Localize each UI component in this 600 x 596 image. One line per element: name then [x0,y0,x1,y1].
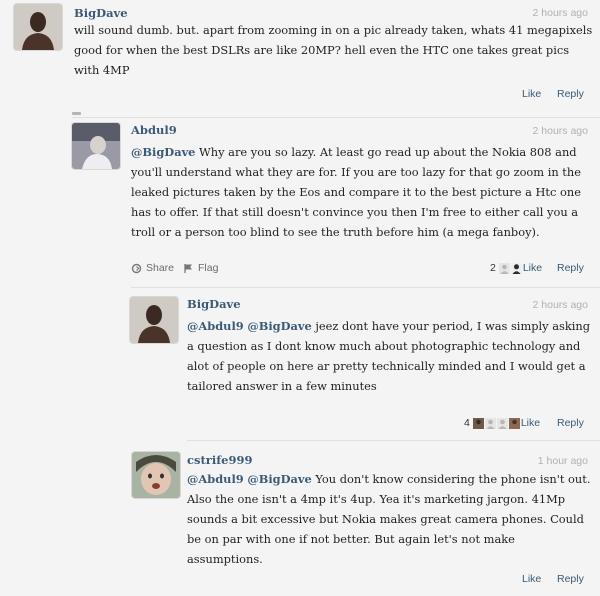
liker-avatar-placeholder-icon [484,417,496,429]
avatar-image [130,297,178,343]
like-summary[interactable]: 4 Like [464,417,540,429]
mention-link[interactable]: @BigDave [131,145,195,159]
avatar-bigdave[interactable] [130,297,178,343]
like-button[interactable]: Like [523,262,542,274]
share-label: Share [146,262,175,274]
avatar-abdul9[interactable] [72,123,120,169]
liker-avatar-placeholder-icon [498,262,510,274]
reply-button[interactable]: Reply [557,88,584,100]
share-button[interactable]: Share [131,262,174,274]
flag-label: Flag [198,262,219,274]
comment-text: Why are you so lazy. At least go read up… [131,145,581,239]
comment-bigdave-1: BigDave 2 hours ago will sound dumb. but… [0,0,600,110]
mention-link[interactable]: @Abdul9 [187,319,244,333]
comment-timestamp[interactable]: 2 hours ago [533,125,588,137]
share-icon [131,263,142,274]
avatar-image [132,452,180,498]
like-button[interactable]: Like [522,88,541,100]
comment-bigdave-2: BigDave 2 hours ago @Abdul9 @BigDave jee… [0,288,600,438]
reply-button[interactable]: Reply [557,417,584,429]
like-summary[interactable]: 2 Like [490,262,542,274]
liker-avatar [472,417,484,429]
comment-text: You don't know considering the phone isn… [187,472,591,566]
comment-author[interactable]: cstrife999 [187,453,253,467]
like-button[interactable]: Like [521,417,540,429]
comment-cstrife999: cstrife999 1 hour ago @Abdul9 @BigDave Y… [0,441,600,596]
comment-body: @BigDave Why are you so lazy. At least g… [131,142,593,242]
liker-avatar [510,262,522,274]
comment-abdul9: Abdul9 2 hours ago @BigDave Why are you … [0,118,600,288]
flag-icon [183,263,194,274]
reply-button[interactable]: Reply [557,573,584,585]
comment-author[interactable]: Abdul9 [131,123,177,137]
liker-avatar [508,417,520,429]
comment-timestamp[interactable]: 2 hours ago [533,7,588,19]
avatar-image [72,123,120,169]
like-count: 4 [464,417,470,429]
flag-button[interactable]: Flag [183,262,218,274]
comment-body: @Abdul9 @BigDave jeez dont have your per… [187,316,591,396]
liker-avatar-placeholder-icon [496,417,508,429]
like-count: 2 [490,262,496,274]
comment-body: @Abdul9 @BigDave You don't know consider… [187,469,591,569]
mention-link[interactable]: @Abdul9 [187,472,244,486]
like-button[interactable]: Like [522,573,541,585]
comment-timestamp[interactable]: 1 hour ago [538,455,588,467]
mention-link[interactable]: @BigDave [247,319,311,333]
avatar-image [14,4,62,50]
collapse-thread-toggle[interactable] [72,112,81,115]
avatar-cstrife999[interactable] [132,452,180,498]
avatar-bigdave[interactable] [14,4,62,50]
comment-timestamp[interactable]: 2 hours ago [533,299,588,311]
mention-link[interactable]: @BigDave [247,472,311,486]
reply-button[interactable]: Reply [557,262,584,274]
comment-author[interactable]: BigDave [187,297,241,311]
comment-body: will sound dumb. but. apart from zooming… [74,23,593,77]
comment-author[interactable]: BigDave [74,6,128,20]
